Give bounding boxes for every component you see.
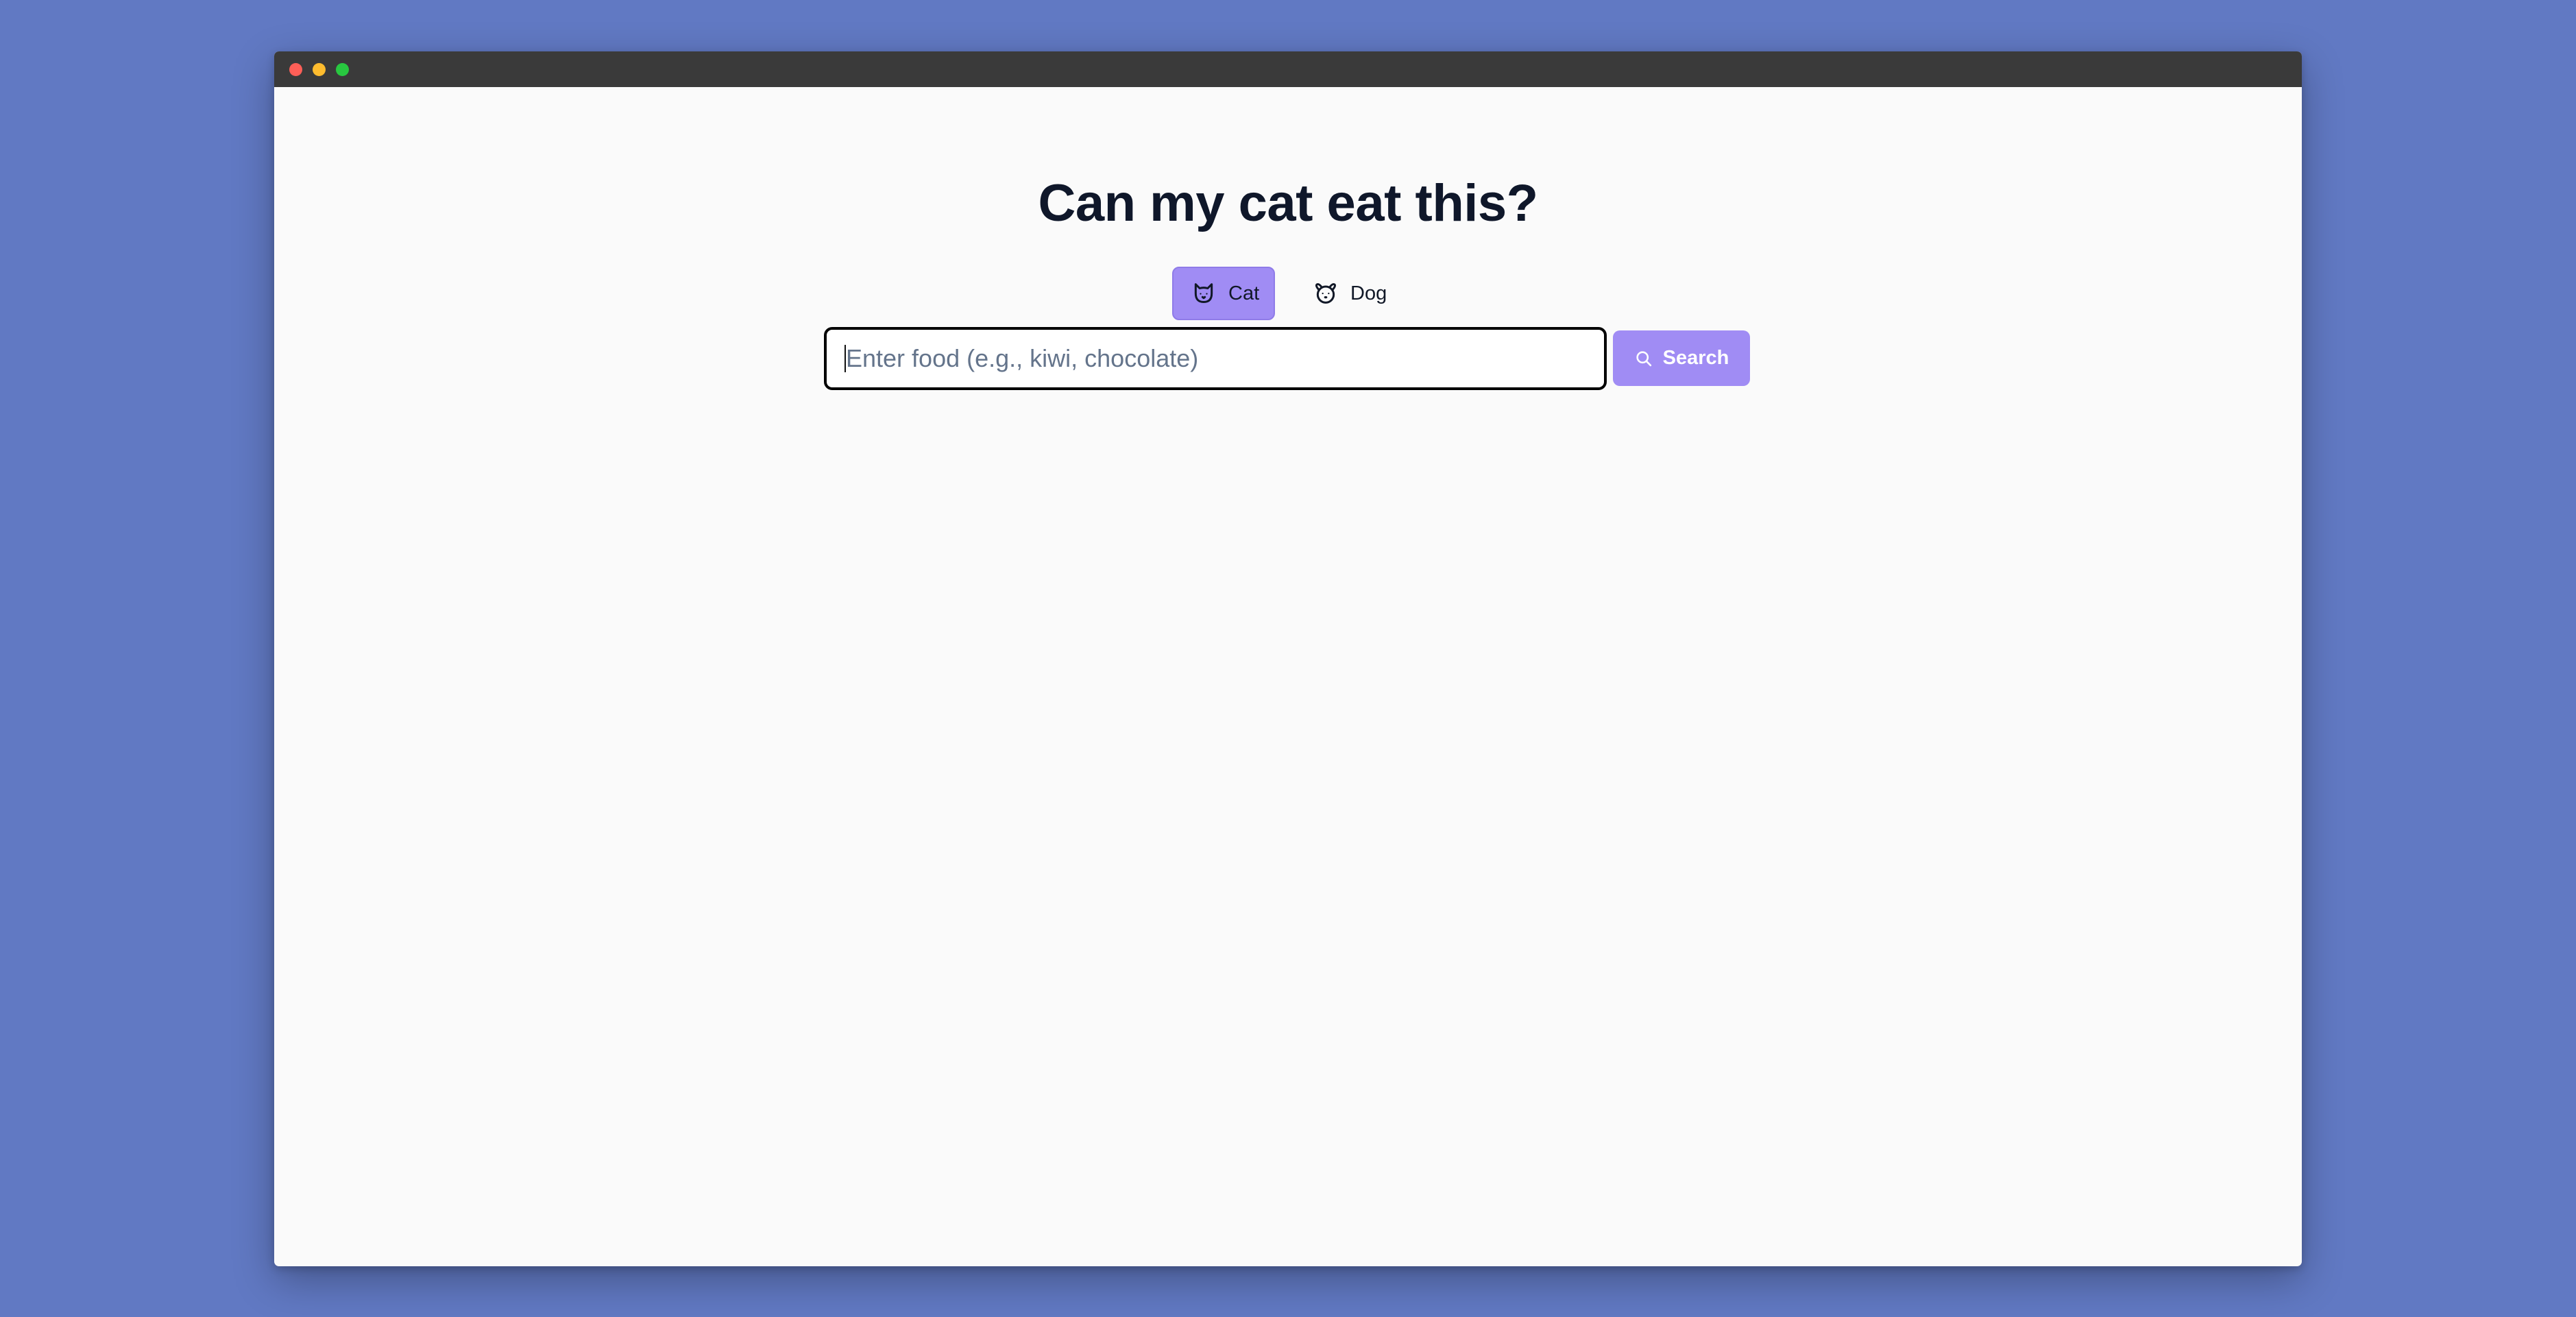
search-button[interactable]: Search — [1613, 330, 1750, 386]
text-cursor — [845, 345, 846, 372]
page-content: Can my cat eat this? Cat Dog Enter food … — [274, 87, 2302, 1266]
maximize-window-button[interactable] — [336, 63, 349, 76]
minimize-window-button[interactable] — [313, 63, 326, 76]
dog-toggle-label: Dog — [1350, 282, 1387, 304]
cat-toggle-button[interactable]: Cat — [1172, 267, 1275, 320]
dog-icon — [1312, 280, 1339, 307]
cat-toggle-label: Cat — [1228, 282, 1260, 304]
browser-window: Can my cat eat this? Cat Dog Enter food … — [274, 51, 2302, 1266]
search-button-label: Search — [1662, 347, 1729, 369]
cat-icon — [1190, 280, 1217, 307]
window-titlebar — [274, 51, 2302, 87]
close-window-button[interactable] — [289, 63, 302, 76]
food-search-input[interactable] — [824, 327, 1607, 390]
dog-toggle-button[interactable]: Dog — [1300, 267, 1402, 320]
page-title: Can my cat eat this? — [1038, 174, 1538, 232]
search-icon — [1634, 349, 1653, 368]
